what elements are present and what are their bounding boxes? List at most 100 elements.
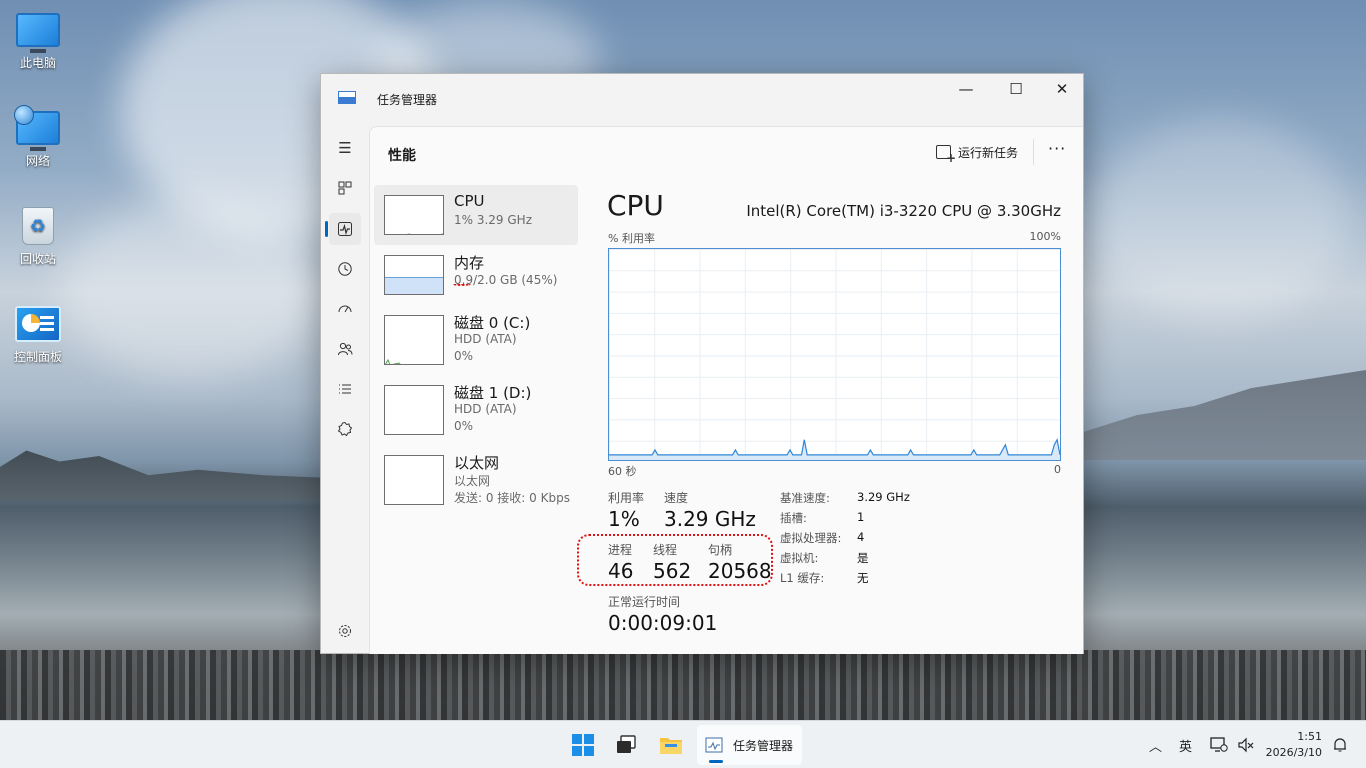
disk0-thumbnail-graph: [384, 315, 444, 365]
network-monitor-icon: [1210, 737, 1228, 752]
clock-date: 2026/3/10: [1265, 746, 1322, 759]
prop-key: 虚拟机:: [780, 551, 819, 565]
cpu-utilization-chart: [608, 248, 1061, 461]
show-hidden-icons-button[interactable]: ︿: [1149, 721, 1162, 768]
utilization-value: 1%: [608, 507, 640, 531]
device-item-cpu[interactable]: CPU 1% 3.29 GHz: [374, 185, 578, 245]
memory-thumbnail-graph: [384, 255, 444, 295]
chart-time-label: 60 秒: [608, 465, 637, 478]
startup-apps-icon[interactable]: [329, 293, 361, 325]
device-name: CPU: [454, 192, 485, 210]
run-new-task-label: 运行新任务: [958, 145, 1019, 160]
more-options-button[interactable]: ···: [1048, 139, 1066, 158]
desktop-icon-network[interactable]: 网络: [2, 105, 74, 169]
desktop-icon-label: 回收站: [19, 252, 56, 266]
close-button[interactable]: ✕: [1039, 74, 1085, 104]
desktop-icon-this-pc[interactable]: 此电脑: [2, 10, 74, 71]
network-status-button[interactable]: [1210, 721, 1228, 768]
speed-value: 3.29 GHz: [664, 507, 756, 531]
taskbar-task-label: 任务管理器: [733, 738, 794, 753]
start-button[interactable]: [568, 730, 598, 760]
clock[interactable]: 1:51 2026/3/10: [1266, 729, 1322, 761]
prop-key: 插槽:: [780, 511, 807, 525]
details-icon[interactable]: [329, 373, 361, 405]
volume-button[interactable]: [1237, 721, 1255, 768]
windows-logo-icon: [572, 734, 594, 756]
device-item-memory[interactable]: 内存 0.9/2.0 GB (45%): [374, 245, 578, 305]
device-item-ethernet[interactable]: 以太网 以太网 发送: 0 接收: 0 Kbps: [374, 445, 578, 505]
device-name: 内存: [454, 254, 485, 272]
device-name: 以太网: [454, 454, 500, 472]
task-manager-taskbar-icon: [705, 737, 723, 753]
device-name: 磁盘 1 (D:): [454, 384, 532, 402]
users-icon[interactable]: [329, 333, 361, 365]
device-throughput: 发送: 0 接收: 0 Kbps: [454, 491, 570, 505]
network-icon: [14, 105, 61, 151]
prop-value: 4: [857, 530, 865, 544]
settings-gear-icon[interactable]: [329, 615, 361, 647]
utilization-label: 利用率: [608, 491, 645, 505]
memory-usage-fill: [385, 276, 443, 294]
taskbar-task-manager[interactable]: 任务管理器: [697, 725, 802, 765]
desktop-icon-recycle-bin[interactable]: ♻ 回收站: [2, 206, 74, 267]
maximize-button[interactable]: ☐: [993, 74, 1039, 104]
chart-min-label: 0: [1054, 463, 1061, 476]
processes-icon[interactable]: [329, 172, 361, 204]
recycle-bin-icon: ♻: [15, 206, 61, 246]
chevron-up-icon: ︿: [1149, 739, 1163, 755]
desktop-icon-label: 网络: [25, 154, 50, 168]
device-usage: 0%: [454, 419, 474, 433]
detail-title: CPU: [607, 189, 664, 222]
desktop-icon-control-panel[interactable]: 控制面板: [2, 304, 74, 365]
performance-icon[interactable]: [329, 213, 361, 245]
prop-value: 无: [857, 571, 869, 585]
disk1-thumbnail-graph: [384, 385, 444, 435]
file-explorer-button[interactable]: [656, 730, 686, 760]
prop-key: L1 缓存:: [780, 571, 825, 585]
prop-key: 基准速度:: [780, 491, 830, 505]
device-detail: HDD (ATA): [454, 332, 517, 346]
device-usage: 0%: [454, 349, 474, 363]
device-detail: 以太网: [454, 474, 491, 488]
prop-value: 是: [857, 551, 869, 565]
chart-max-label: 100%: [1029, 230, 1061, 243]
computer-icon: [15, 10, 61, 53]
prop-value: 1: [857, 510, 865, 524]
control-panel-icon: [15, 304, 61, 344]
input-method-indicator[interactable]: 英: [1179, 721, 1192, 768]
desktop-icon-label: 此电脑: [19, 56, 56, 70]
task-view-button[interactable]: [611, 730, 641, 760]
hamburger-menu-icon[interactable]: ☰: [329, 132, 361, 164]
page-title: 性能: [388, 148, 416, 164]
notification-button[interactable]: [1332, 721, 1348, 768]
device-detail: 1% 3.29 GHz: [454, 213, 533, 227]
annotation-underline: [453, 283, 471, 286]
minimize-button[interactable]: —: [943, 74, 989, 104]
task-manager-app-icon: [338, 91, 356, 104]
uptime-value: 0:00:09:01: [608, 611, 718, 635]
speed-label: 速度: [664, 491, 689, 505]
uptime-label: 正常运行时间: [608, 595, 681, 609]
run-new-task-button[interactable]: 运行新任务: [936, 141, 1019, 165]
prop-value: 3.29 GHz: [857, 490, 910, 504]
chart-y-label: % 利用率: [608, 232, 655, 245]
device-item-disk-1[interactable]: 磁盘 1 (D:) HDD (ATA) 0%: [374, 375, 578, 435]
window-title: 任务管理器: [377, 93, 438, 107]
new-task-icon: [936, 145, 956, 165]
app-history-icon[interactable]: [329, 253, 361, 285]
notification-bell-icon: [1334, 738, 1346, 752]
annotation-highlight-box: [577, 534, 773, 586]
device-detail: HDD (ATA): [454, 402, 517, 416]
active-indicator: [325, 221, 328, 237]
cpu-thumbnail-graph: [384, 195, 444, 235]
task-view-icon: [617, 735, 636, 753]
running-indicator: [709, 760, 723, 763]
cpu-utilization-line: [609, 437, 1061, 456]
cpu-model-name: Intel(R) Core(TM) i3-3220 CPU @ 3.30GHz: [746, 202, 1061, 220]
device-item-disk-0[interactable]: 磁盘 0 (C:) HDD (ATA) 0%: [374, 305, 578, 365]
title-bar[interactable]: 任务管理器 — ☐ ✕: [321, 74, 1083, 114]
services-icon[interactable]: [329, 413, 361, 445]
desktop-icon-label: 控制面板: [13, 350, 62, 364]
ethernet-thumbnail-graph: [384, 455, 444, 505]
speaker-muted-icon: [1238, 737, 1254, 753]
